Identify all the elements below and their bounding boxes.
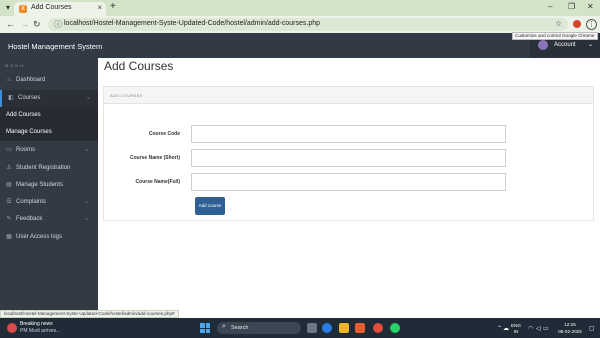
news-icon[interactable] bbox=[7, 323, 17, 333]
taskbar: Breaking news PM Modi arrives... ⌕ Searc… bbox=[0, 318, 600, 338]
sidebar-item-dashboard[interactable]: ⌂ Dashboard bbox=[0, 72, 98, 89]
chevron-down-icon: ⌄ bbox=[84, 199, 90, 205]
browser-menu-icon[interactable]: ⋮ bbox=[586, 19, 597, 30]
language-indicator[interactable]: ENG bbox=[510, 323, 522, 328]
edge-icon[interactable] bbox=[322, 323, 332, 333]
close-window-icon[interactable]: ✕ bbox=[587, 2, 594, 11]
news-title[interactable]: Breaking news bbox=[20, 321, 53, 327]
address-bar[interactable]: ⓘ localhost/Hostel-Management-Syste-Upda… bbox=[48, 18, 568, 31]
favicon-icon: X bbox=[19, 5, 27, 13]
sidebar-item-label: Complaints bbox=[16, 199, 47, 205]
tab-search-icon[interactable]: ▾ bbox=[3, 3, 13, 13]
sidebar-item-rooms[interactable]: ▭ Rooms ⌄ bbox=[0, 142, 98, 159]
sidebar-item-manage-courses[interactable]: Manage Courses bbox=[0, 124, 98, 141]
course-code-input[interactable] bbox=[191, 125, 506, 143]
language-region[interactable]: IN bbox=[510, 329, 522, 334]
tab-title: Add Courses bbox=[31, 4, 72, 11]
sidebar-item-feedback[interactable]: ✎ Feedback ⌄ bbox=[0, 211, 98, 228]
whatsapp-icon[interactable] bbox=[390, 323, 400, 333]
sidebar-item-label: Feedback bbox=[16, 216, 43, 222]
courses-icon: ◧ bbox=[8, 95, 14, 101]
cloud-icon[interactable]: ☁ bbox=[503, 325, 509, 332]
complaints-icon: ☰ bbox=[6, 199, 12, 205]
battery-icon[interactable]: ▭ bbox=[543, 325, 549, 332]
chevron-down-icon: ⌄ bbox=[84, 216, 90, 222]
search-placeholder: Search bbox=[231, 325, 249, 331]
sidebar-item-courses[interactable]: ◧ Courses ⌄ bbox=[0, 90, 98, 107]
sidebar-item-label: Dashboard bbox=[16, 77, 46, 83]
url-text[interactable]: localhost/Hostel-Management-Syste-Update… bbox=[64, 20, 320, 27]
sidebar-item-label: Student Registration bbox=[16, 165, 71, 171]
address-bar-row: ← → ↻ ⓘ localhost/Hostel-Management-Syst… bbox=[0, 16, 600, 33]
sidebar-item-label: Manage Students bbox=[16, 182, 64, 188]
chevron-down-icon: ⌄ bbox=[86, 95, 92, 101]
feedback-icon: ✎ bbox=[6, 216, 12, 222]
file-explorer-icon[interactable] bbox=[339, 323, 349, 333]
store-icon[interactable] bbox=[355, 323, 365, 333]
new-tab-button[interactable]: + bbox=[110, 1, 116, 12]
sidebar-item-label: Rooms bbox=[16, 147, 36, 153]
students-icon: ▤ bbox=[6, 182, 12, 188]
course-name-short-label: Course Name (Short) bbox=[129, 155, 180, 161]
app-header: Hostel Management System Account ⌄ bbox=[0, 33, 600, 58]
clock-date[interactable]: 05-02-2025 bbox=[555, 329, 585, 334]
task-view-icon[interactable] bbox=[307, 323, 317, 333]
chrome-icon[interactable] bbox=[373, 323, 383, 333]
add-course-button[interactable]: Add course bbox=[195, 197, 225, 215]
sidebar-item-complaints[interactable]: ☰ Complaints ⌄ bbox=[0, 194, 98, 211]
bookmark-star-icon[interactable]: ☆ bbox=[555, 19, 562, 28]
avatar bbox=[538, 40, 548, 50]
wifi-icon[interactable]: ◠ bbox=[528, 325, 533, 332]
sidebar-item-user-access-logs[interactable]: ▦ User Access logs bbox=[0, 229, 98, 246]
panel-heading: ADD COURSES bbox=[104, 87, 593, 104]
user-icon: ♙ bbox=[6, 165, 12, 171]
page-title: Add Courses bbox=[104, 59, 174, 73]
course-name-full-label: Course Name(Full) bbox=[135, 179, 180, 185]
volume-icon[interactable]: ◁ bbox=[536, 325, 541, 332]
news-subtitle[interactable]: PM Modi arrives... bbox=[20, 328, 60, 334]
search-icon: ⌕ bbox=[222, 323, 226, 330]
sidebar-item-label: Add Courses bbox=[6, 112, 41, 118]
browser-tab[interactable]: X Add Courses × bbox=[14, 2, 106, 16]
windows-start-icon[interactable] bbox=[200, 323, 210, 333]
reload-icon[interactable]: ↻ bbox=[33, 19, 41, 30]
taskbar-search[interactable]: ⌕ Search bbox=[217, 322, 301, 334]
menu-heading: M E N U bbox=[5, 63, 24, 68]
sidebar-item-label: Courses bbox=[18, 95, 41, 101]
close-tab-icon[interactable]: × bbox=[97, 3, 102, 12]
chevron-down-icon: ⌄ bbox=[588, 42, 594, 48]
chevron-up-icon[interactable]: ⌃ bbox=[497, 325, 502, 332]
site-info-icon[interactable]: ⓘ bbox=[54, 19, 62, 30]
dashboard-icon: ⌂ bbox=[7, 77, 11, 83]
browser-tab-strip: ▾ X Add Courses × + – ❐ ✕ bbox=[0, 0, 600, 16]
panel-heading-text: ADD COURSES bbox=[110, 93, 143, 98]
status-url: localhost/Hostel-Management-Syste-Update… bbox=[0, 310, 179, 318]
course-name-full-input[interactable] bbox=[191, 173, 506, 191]
minimize-icon[interactable]: – bbox=[548, 2, 552, 11]
sidebar-item-label: Manage Courses bbox=[6, 129, 52, 135]
restore-icon[interactable]: ❐ bbox=[568, 2, 575, 11]
tooltip: Customize and control Google Chrome bbox=[512, 32, 598, 40]
logs-icon: ▦ bbox=[6, 234, 12, 240]
extension-icon[interactable] bbox=[573, 20, 581, 28]
forward-icon[interactable]: → bbox=[20, 19, 29, 29]
rooms-icon: ▭ bbox=[6, 147, 12, 153]
sidebar-item-label: User Access logs bbox=[16, 234, 63, 240]
sidebar-item-manage-students[interactable]: ▤ Manage Students bbox=[0, 177, 98, 194]
chevron-down-icon: ⌄ bbox=[84, 147, 90, 153]
sidebar-item-add-courses[interactable]: Add Courses bbox=[0, 107, 98, 124]
course-name-short-input[interactable] bbox=[191, 149, 506, 167]
back-icon[interactable]: ← bbox=[6, 19, 15, 29]
sidebar-item-student-registration[interactable]: ♙ Student Registration bbox=[0, 160, 98, 177]
account-label: Account bbox=[554, 42, 576, 48]
sidebar: M E N U ⌂ Dashboard ◧ Courses ⌄ Add Cour… bbox=[0, 58, 98, 310]
notification-icon[interactable]: ▢ bbox=[589, 325, 595, 332]
clock-time[interactable]: 12:25 bbox=[555, 322, 585, 327]
course-code-label: Course Code bbox=[148, 131, 180, 137]
app-title[interactable]: Hostel Management System bbox=[8, 42, 102, 51]
